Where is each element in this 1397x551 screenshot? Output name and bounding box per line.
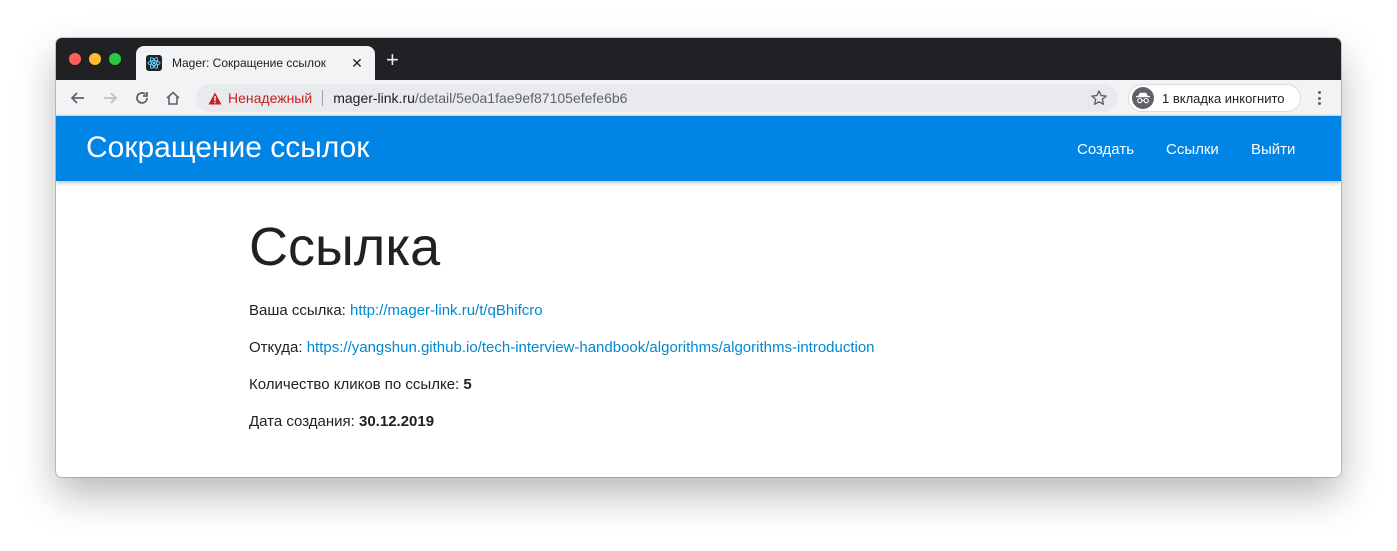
tab-title: Mager: Сокращение ссылок xyxy=(172,56,327,70)
incognito-indicator[interactable]: 1 вкладка инкогнито xyxy=(1128,84,1301,112)
source-link-label: Откуда: xyxy=(249,339,303,356)
warning-icon xyxy=(208,92,222,104)
short-link-row: Ваша ссылка: http://mager-link.ru/t/qBhi… xyxy=(249,302,1149,339)
react-favicon-icon xyxy=(146,55,162,71)
incognito-label: 1 вкладка инкогнито xyxy=(1162,90,1285,106)
security-status[interactable]: Ненадежный xyxy=(228,90,312,106)
address-bar[interactable]: Ненадежный mager-link.ru /detail/5e0a1fa… xyxy=(196,84,1118,112)
short-link-label: Ваша ссылка: xyxy=(249,302,346,319)
forward-icon[interactable] xyxy=(100,88,120,108)
brand-title[interactable]: Сокращение ссылок xyxy=(86,131,369,165)
title-bar: Mager: Сокращение ссылок ✕ + xyxy=(56,38,1341,80)
minimize-window-button[interactable] xyxy=(89,53,101,65)
created-date-label: Дата создания: xyxy=(249,413,355,430)
source-link-row: Откуда: https://yangshun.github.io/tech-… xyxy=(249,339,1149,376)
app-header: Сокращение ссылок Создать Ссылки Выйти xyxy=(56,116,1341,181)
main-content: Ссылка Ваша ссылка: http://mager-link.ru… xyxy=(249,216,1149,450)
page-title: Ссылка xyxy=(249,217,441,277)
reload-icon[interactable] xyxy=(132,88,152,108)
new-tab-button[interactable]: + xyxy=(386,49,399,71)
url-path: /detail/5e0a1fae9ef87105efefe6b6 xyxy=(414,90,628,106)
star-icon[interactable] xyxy=(1090,89,1108,112)
nav-links-link[interactable]: Ссылки xyxy=(1166,141,1219,158)
clicks-row: Количество кликов по ссылке: 5 xyxy=(249,376,1149,413)
back-icon[interactable] xyxy=(68,88,88,108)
close-window-button[interactable] xyxy=(69,53,81,65)
tab-close-icon[interactable]: ✕ xyxy=(349,55,365,72)
maximize-window-button[interactable] xyxy=(109,53,121,65)
browser-tab[interactable]: Mager: Сокращение ссылок ✕ xyxy=(136,46,375,80)
browser-toolbar: Ненадежный mager-link.ru /detail/5e0a1fa… xyxy=(56,80,1341,116)
created-date-value: 30.12.2019 xyxy=(359,413,435,430)
home-icon[interactable] xyxy=(163,88,183,108)
clicks-value: 5 xyxy=(463,376,472,393)
url-host: mager-link.ru xyxy=(333,90,415,106)
source-link[interactable]: https://yangshun.github.io/tech-intervie… xyxy=(307,339,875,356)
nav-create-link[interactable]: Создать xyxy=(1077,141,1134,158)
omnibox-separator xyxy=(322,90,324,106)
clicks-label: Количество кликов по ссылке: xyxy=(249,376,460,393)
browser-window: Mager: Сокращение ссылок ✕ + Ненадежный … xyxy=(56,38,1341,477)
created-date-row: Дата создания: 30.12.2019 xyxy=(249,413,1149,450)
nav-logout-link[interactable]: Выйти xyxy=(1251,141,1295,158)
short-link[interactable]: http://mager-link.ru/t/qBhifcro xyxy=(350,302,543,319)
incognito-icon xyxy=(1132,87,1154,109)
menu-icon[interactable] xyxy=(1311,89,1327,107)
